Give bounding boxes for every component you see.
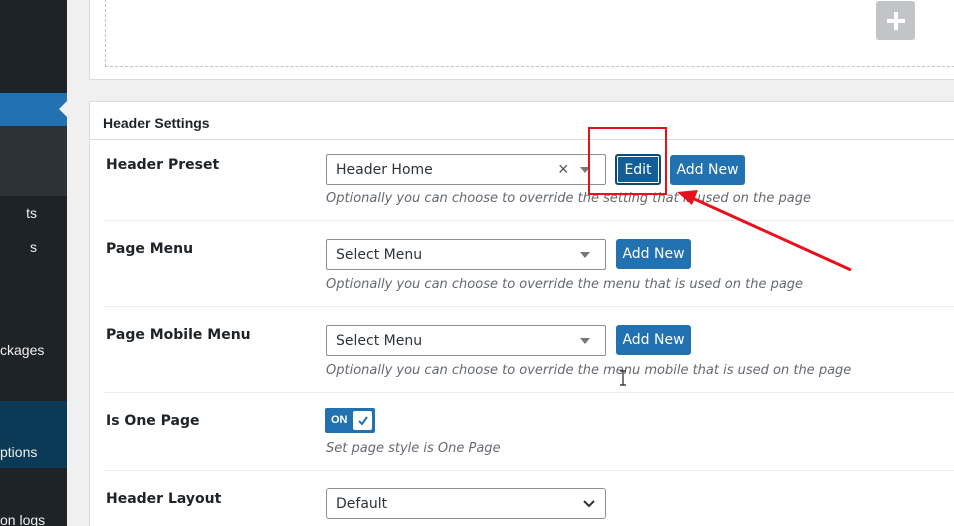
annotation-arrow-icon xyxy=(677,190,852,272)
